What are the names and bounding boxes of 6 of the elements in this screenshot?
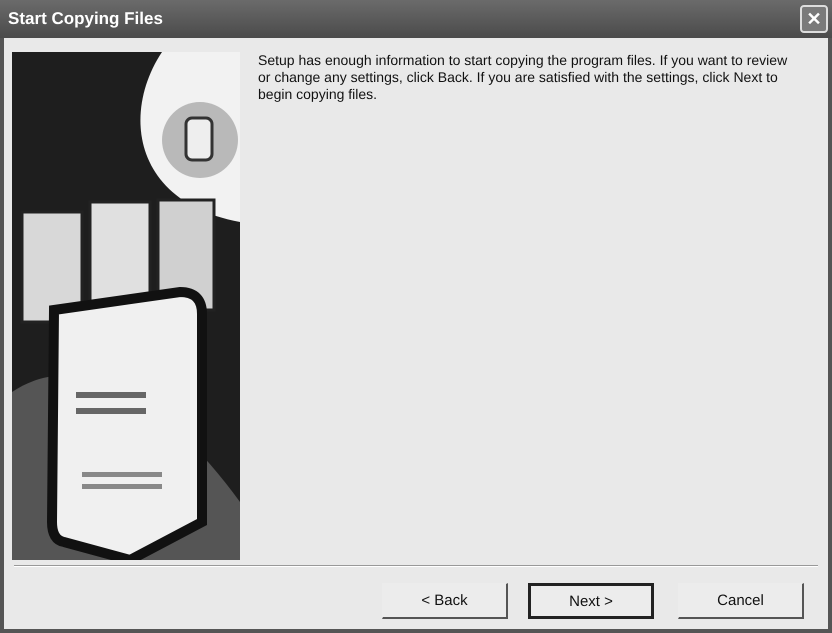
dialog-button[interactable]: Cancel xyxy=(678,583,804,619)
window-title: Start Copying Files xyxy=(8,9,163,29)
instruction-text: Setup has enough information to start copying the program files. If you want to review or change any settings, click Back. If you are satisfied with the settings, click Next to begin copying files. xyxy=(258,52,788,104)
dialog-button[interactable]: < Back xyxy=(382,583,508,619)
dialog-button[interactable]: Next > xyxy=(528,583,654,619)
close-button[interactable]: ✕ xyxy=(800,5,828,33)
